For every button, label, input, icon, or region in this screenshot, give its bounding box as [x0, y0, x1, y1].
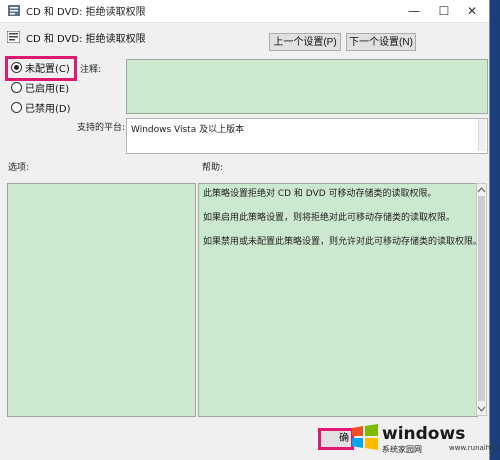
help-paragraph-3: 如果禁用或未配置此策略设置，则允许对此可移动存储类的读取权限。	[203, 237, 483, 247]
ok-button[interactable]: 确定	[318, 428, 354, 450]
policy-dialog: CD 和 DVD: 拒绝读取权限 — ☐ ✕ CD 和 DVD: 拒绝读取权限 …	[0, 0, 490, 460]
help-paragraph-1: 此策略设置拒绝对 CD 和 DVD 可移动存储类的读取权限。	[203, 189, 437, 199]
previous-setting-button[interactable]: 上一个设置(P)	[269, 33, 341, 51]
watermark-subtitle: 系统家园网	[382, 445, 422, 454]
platform-label: 支持的平台:	[77, 123, 126, 133]
help-scrollbar[interactable]	[476, 183, 487, 416]
scroll-thumb[interactable]	[478, 196, 485, 401]
watermark-brand: windows	[382, 424, 466, 444]
scroll-down-icon[interactable]	[477, 405, 486, 413]
scroll-up-icon[interactable]	[477, 186, 486, 194]
help-paragraph-2: 如果启用此策略设置，则将拒绝对此可移动存储类的读取权限。	[203, 213, 456, 223]
comment-textarea[interactable]	[126, 59, 488, 114]
window-title: CD 和 DVD: 拒绝读取权限	[26, 7, 146, 18]
radio-disabled[interactable]: 已禁用(D)	[11, 102, 71, 116]
policy-setting-icon	[7, 31, 20, 43]
policy-name: CD 和 DVD: 拒绝读取权限	[26, 34, 146, 45]
radio-label: 已禁用(D)	[25, 104, 71, 115]
radio-circle	[11, 102, 22, 113]
options-label: 选项:	[8, 163, 30, 173]
minimize-button[interactable]: —	[400, 0, 428, 22]
maximize-button[interactable]: ☐	[430, 0, 458, 22]
highlight-annotation	[5, 56, 77, 81]
supported-platform-text: Windows Vista 及以上版本	[131, 125, 245, 135]
platform-scrollbar[interactable]	[478, 119, 486, 151]
radio-label: 已启用(E)	[25, 84, 70, 95]
radio-enabled[interactable]: 已启用(E)	[11, 82, 69, 96]
policy-app-icon	[8, 5, 20, 16]
next-setting-button[interactable]: 下一个设置(N)	[346, 33, 416, 51]
watermark-url: www.runaihe.com	[449, 444, 500, 452]
help-label: 帮助:	[202, 163, 224, 173]
close-button[interactable]: ✕	[458, 0, 486, 22]
comment-label: 注释:	[80, 65, 102, 75]
title-bar: CD 和 DVD: 拒绝读取权限 — ☐ ✕	[0, 0, 489, 23]
windows-logo-icon	[352, 424, 378, 450]
options-pane	[7, 183, 196, 417]
radio-circle	[11, 82, 22, 93]
